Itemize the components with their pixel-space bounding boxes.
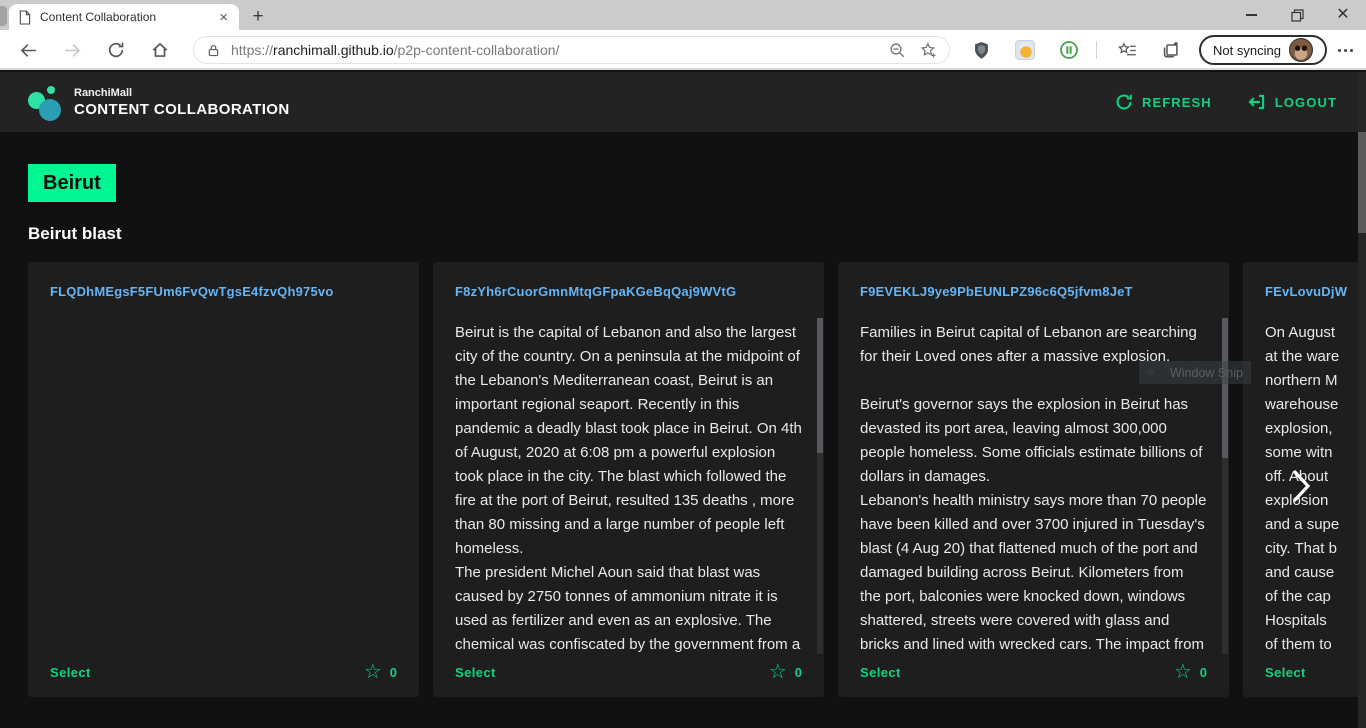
star-rating[interactable]: ☆ 0 [364,662,397,682]
brand-block: RanchiMall CONTENT COLLABORATION [74,87,290,118]
zoom-out-icon[interactable] [889,42,906,59]
star-icon[interactable]: ☆ [364,662,382,682]
toolbar-separator [1096,41,1097,59]
card-footer: Select ☆ 0 [860,660,1207,684]
content-card: FLQDhMEgsF5FUm6FvQwTgsE4fzvQh975vo Selec… [28,262,419,697]
minimize-button[interactable] [1228,0,1274,30]
reload-button[interactable] [102,36,130,64]
card-body[interactable]: Beirut is the capital of Lebanon and als… [455,321,802,653]
chevron-right-icon [1291,469,1313,503]
card-footer: Select ☆ 0 [50,660,397,684]
select-button[interactable]: Select [860,665,901,680]
browser-titlebar: Content Collaboration × + ✕ [0,0,1366,30]
carousel-next-button[interactable] [1288,468,1316,504]
card-footer: Select ☆ 0 [1265,660,1366,684]
logout-button[interactable]: LOGOUT [1248,93,1337,111]
browser-tab[interactable]: Content Collaboration × [9,4,239,30]
avatar [1289,38,1313,62]
close-icon: ✕ [1336,7,1349,23]
content-id-link[interactable]: FEvLovuDjW [1265,284,1366,299]
favorites-bar-button[interactable] [1113,36,1141,64]
browser-window: Content Collaboration × + ✕ [0,0,1366,728]
content-card: F8zYh6rCuorGmnMtqGFpaKGeBqQaj9WVtG Beiru… [433,262,824,697]
url-path: /p2p-content-collaboration/ [394,42,560,58]
cards-row: FLQDhMEgsF5FUm6FvQwTgsE4fzvQh975vo Selec… [28,262,1366,697]
ranchimall-logo [28,83,64,121]
url-text: https://ranchimall.github.io/p2p-content… [231,42,889,58]
star-icon[interactable]: ☆ [1174,662,1192,682]
content-card: F9EVEKLJ9ye9PbEUNLPZ96c6Q5jfvm8JeT Famil… [838,262,1229,697]
page-scrollbar-thumb[interactable] [1358,132,1366,233]
star-rating[interactable]: ☆ 0 [1174,662,1207,682]
refresh-button[interactable]: REFRESH [1115,93,1212,111]
close-button[interactable]: ✕ [1320,0,1366,30]
select-button[interactable]: Select [1265,665,1306,680]
minimize-icon [1246,14,1257,15]
restore-button[interactable] [1274,0,1320,30]
back-button[interactable] [14,36,42,64]
logout-label: LOGOUT [1275,95,1337,110]
star-icon[interactable]: ☆ [769,662,787,682]
extension-ublock-icon[interactable] [967,36,995,64]
address-bar[interactable]: https://ranchimall.github.io/p2p-content… [193,36,950,64]
tab-close-icon[interactable]: × [217,10,230,25]
card-scrollbar[interactable] [817,318,823,654]
refresh-icon [1115,93,1133,111]
app-title: CONTENT COLLABORATION [74,101,290,118]
home-button[interactable] [146,36,174,64]
topic-chip: Beirut [28,164,116,202]
card-footer: Select ☆ 0 [455,660,802,684]
snip-dot-icon [1148,369,1155,376]
select-button[interactable]: Select [50,665,91,680]
logout-icon [1248,93,1266,111]
star-count: 0 [1200,665,1207,680]
window-snip-tooltip: Window Snip [1139,361,1251,384]
header-actions: REFRESH LOGOUT [1115,72,1337,132]
tab-title: Content Collaboration [40,10,217,24]
tab-strip-edge [0,6,7,26]
page-favicon-icon [18,10,31,25]
restore-icon [1291,9,1304,22]
url-host: ranchimall.github.io [273,42,394,58]
url-scheme: https:// [231,42,273,58]
snip-label: Window Snip [1170,366,1243,380]
content-id-link[interactable]: F8zYh6rCuorGmnMtqGFpaKGeBqQaj9WVtG [455,284,802,299]
star-count: 0 [390,665,397,680]
favorites-star-list-icon [1118,42,1137,59]
forward-button[interactable] [58,36,86,64]
reload-icon [107,41,125,59]
browser-toolbar: https://ranchimall.github.io/p2p-content… [0,30,1366,70]
back-icon [20,42,37,59]
star-rating[interactable]: ☆ 0 [769,662,802,682]
collections-icon [1161,41,1180,60]
extension-pause-icon[interactable] [1055,36,1083,64]
home-icon [151,41,169,59]
card-scrollbar-thumb[interactable] [817,318,823,453]
star-count: 0 [795,665,802,680]
new-tab-button[interactable]: + [246,5,270,29]
extension-2-icon[interactable] [1011,36,1039,64]
profile-button[interactable]: Not syncing [1199,35,1327,65]
select-button[interactable]: Select [455,665,496,680]
add-favorite-icon[interactable] [920,42,937,59]
lock-icon[interactable] [206,43,221,58]
brand-name: RanchiMall [74,87,290,99]
app-header: RanchiMall CONTENT COLLABORATION REFRESH… [0,72,1366,132]
content-id-link[interactable]: F9EVEKLJ9ye9PbEUNLPZ96c6Q5jfvm8JeT [860,284,1207,299]
card-body[interactable] [50,321,397,653]
sync-status-label: Not syncing [1213,43,1281,58]
refresh-label: REFRESH [1142,95,1212,110]
window-controls: ✕ [1228,0,1366,30]
card-scrollbar-thumb[interactable] [1222,318,1228,458]
forward-icon [64,42,81,59]
collections-button[interactable] [1156,36,1184,64]
browser-menu-button[interactable] [1332,36,1358,64]
content-id-link[interactable]: FLQDhMEgsF5FUm6FvQwTgsE4fzvQh975vo [50,284,397,299]
page-subtitle: Beirut blast [28,224,122,244]
page-scrollbar[interactable] [1358,72,1366,728]
